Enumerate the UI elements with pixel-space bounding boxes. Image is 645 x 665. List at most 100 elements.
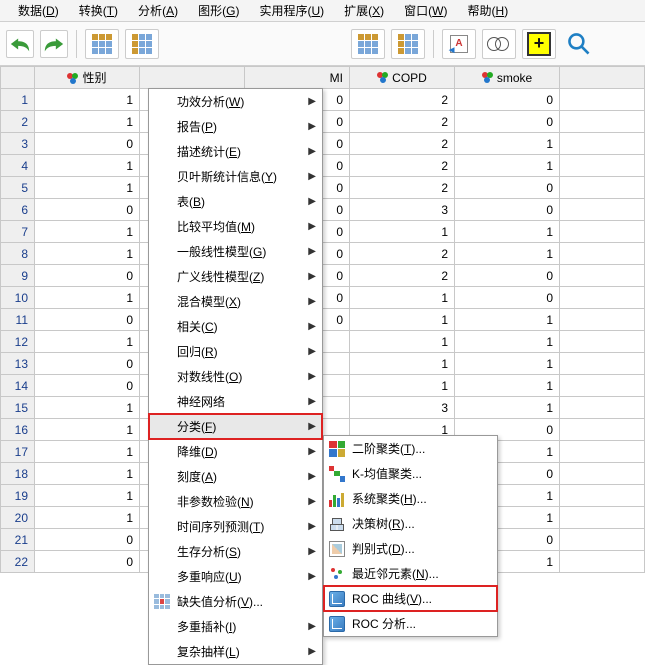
cell[interactable] (560, 287, 645, 309)
submenu-item-rocanal[interactable]: ROC 分析... (324, 611, 497, 636)
row-number[interactable]: 14 (1, 375, 35, 397)
cell[interactable]: 0 (35, 309, 140, 331)
cell[interactable]: 0 (35, 375, 140, 397)
cell[interactable]: 0 (455, 199, 560, 221)
cell[interactable] (560, 243, 645, 265)
cell[interactable]: 0 (455, 89, 560, 111)
cell[interactable]: 1 (455, 353, 560, 375)
cell[interactable]: 1 (455, 133, 560, 155)
row-number[interactable]: 1 (1, 89, 35, 111)
cell[interactable]: 2 (350, 89, 455, 111)
row-number[interactable]: 2 (1, 111, 35, 133)
cell[interactable] (560, 221, 645, 243)
row-number[interactable]: 15 (1, 397, 35, 419)
value-labels-button[interactable]: A (442, 29, 476, 59)
cell[interactable]: 0 (455, 111, 560, 133)
row-number[interactable]: 16 (1, 419, 35, 441)
col-header-copd[interactable]: COPD (350, 67, 455, 89)
cell[interactable] (560, 331, 645, 353)
cell[interactable] (560, 177, 645, 199)
cell[interactable]: 2 (350, 111, 455, 133)
cell[interactable]: 1 (35, 177, 140, 199)
cell[interactable] (560, 463, 645, 485)
add-button[interactable]: + (522, 29, 556, 59)
cell[interactable]: 1 (350, 331, 455, 353)
cell[interactable]: 1 (455, 309, 560, 331)
menu-item-classify[interactable]: 分类(F)▶ (149, 414, 322, 439)
cell[interactable]: 0 (35, 265, 140, 287)
cell[interactable]: 1 (35, 463, 140, 485)
menu-item-complex[interactable]: 复杂抽样(L)▶ (149, 639, 322, 664)
cell[interactable] (560, 133, 645, 155)
row-number[interactable]: 12 (1, 331, 35, 353)
grid-button-1[interactable] (85, 29, 119, 59)
cell[interactable] (560, 551, 645, 573)
cell[interactable]: 1 (35, 89, 140, 111)
redo-button[interactable] (40, 30, 68, 58)
menu-help[interactable]: 帮助(H) (458, 0, 519, 21)
submenu-item-kmeans[interactable]: K-均值聚类... (324, 461, 497, 486)
cell[interactable]: 1 (35, 441, 140, 463)
cell[interactable] (560, 419, 645, 441)
cell[interactable] (560, 199, 645, 221)
cell[interactable]: 1 (35, 485, 140, 507)
cell[interactable]: 1 (455, 155, 560, 177)
row-number[interactable]: 21 (1, 529, 35, 551)
cell[interactable]: 1 (35, 155, 140, 177)
cell[interactable] (560, 89, 645, 111)
cell[interactable] (560, 155, 645, 177)
menu-item-forecast[interactable]: 时间序列预测(T)▶ (149, 514, 322, 539)
menu-item-power[interactable]: 功效分析(W)▶ (149, 89, 322, 114)
cell[interactable]: 1 (35, 397, 140, 419)
cell[interactable]: 2 (350, 177, 455, 199)
cell[interactable]: 1 (350, 221, 455, 243)
submenu-item-twostep[interactable]: 二阶聚类(T)... (324, 436, 497, 461)
menu-item-corr[interactable]: 相关(C)▶ (149, 314, 322, 339)
cell[interactable] (560, 309, 645, 331)
cell[interactable]: 1 (35, 243, 140, 265)
cell[interactable]: 0 (35, 353, 140, 375)
col-header-empty[interactable] (560, 67, 645, 89)
submenu-item-tree[interactable]: 决策树(R)... (324, 511, 497, 536)
cell[interactable]: 1 (35, 287, 140, 309)
cell[interactable]: 0 (35, 529, 140, 551)
submenu-item-disc[interactable]: 判别式(D)... (324, 536, 497, 561)
row-number[interactable]: 20 (1, 507, 35, 529)
cell[interactable]: 2 (350, 155, 455, 177)
menu-item-gzlm[interactable]: 广义线性模型(Z)▶ (149, 264, 322, 289)
menu-item-compmeans[interactable]: 比较平均值(M)▶ (149, 214, 322, 239)
cell[interactable]: 1 (35, 331, 140, 353)
col-header-sex[interactable]: 性别 (35, 67, 140, 89)
cell[interactable]: 1 (350, 375, 455, 397)
cell[interactable]: 0 (35, 199, 140, 221)
row-number[interactable]: 8 (1, 243, 35, 265)
row-number[interactable]: 13 (1, 353, 35, 375)
row-number[interactable]: 5 (1, 177, 35, 199)
row-number[interactable]: 4 (1, 155, 35, 177)
menu-item-survival[interactable]: 生存分析(S)▶ (149, 539, 322, 564)
submenu-item-roc[interactable]: ROC 曲线(V)... (324, 586, 497, 611)
cell[interactable] (560, 485, 645, 507)
cell[interactable]: 1 (350, 353, 455, 375)
cell[interactable]: 0 (455, 265, 560, 287)
cell[interactable]: 0 (35, 133, 140, 155)
cell[interactable] (560, 111, 645, 133)
cell[interactable]: 1 (35, 221, 140, 243)
menu-transform[interactable]: 转换(T) (69, 0, 128, 21)
grid-col-button[interactable] (391, 29, 425, 59)
row-number[interactable]: 10 (1, 287, 35, 309)
cell[interactable] (560, 441, 645, 463)
row-number[interactable]: 7 (1, 221, 35, 243)
cell[interactable]: 2 (350, 243, 455, 265)
cell[interactable]: 1 (455, 243, 560, 265)
menu-item-missing[interactable]: 缺失值分析(V)... (149, 589, 322, 614)
grid-header-button[interactable] (351, 29, 385, 59)
menu-item-scale[interactable]: 刻度(A)▶ (149, 464, 322, 489)
row-number[interactable]: 18 (1, 463, 35, 485)
row-number[interactable]: 22 (1, 551, 35, 573)
col-header-hidden[interactable] (140, 67, 245, 89)
menu-item-nonpar[interactable]: 非参数检验(N)▶ (149, 489, 322, 514)
menu-item-loglin[interactable]: 对数线性(O)▶ (149, 364, 322, 389)
submenu-item-knn[interactable]: 最近邻元素(N)... (324, 561, 497, 586)
cell[interactable]: 3 (350, 397, 455, 419)
